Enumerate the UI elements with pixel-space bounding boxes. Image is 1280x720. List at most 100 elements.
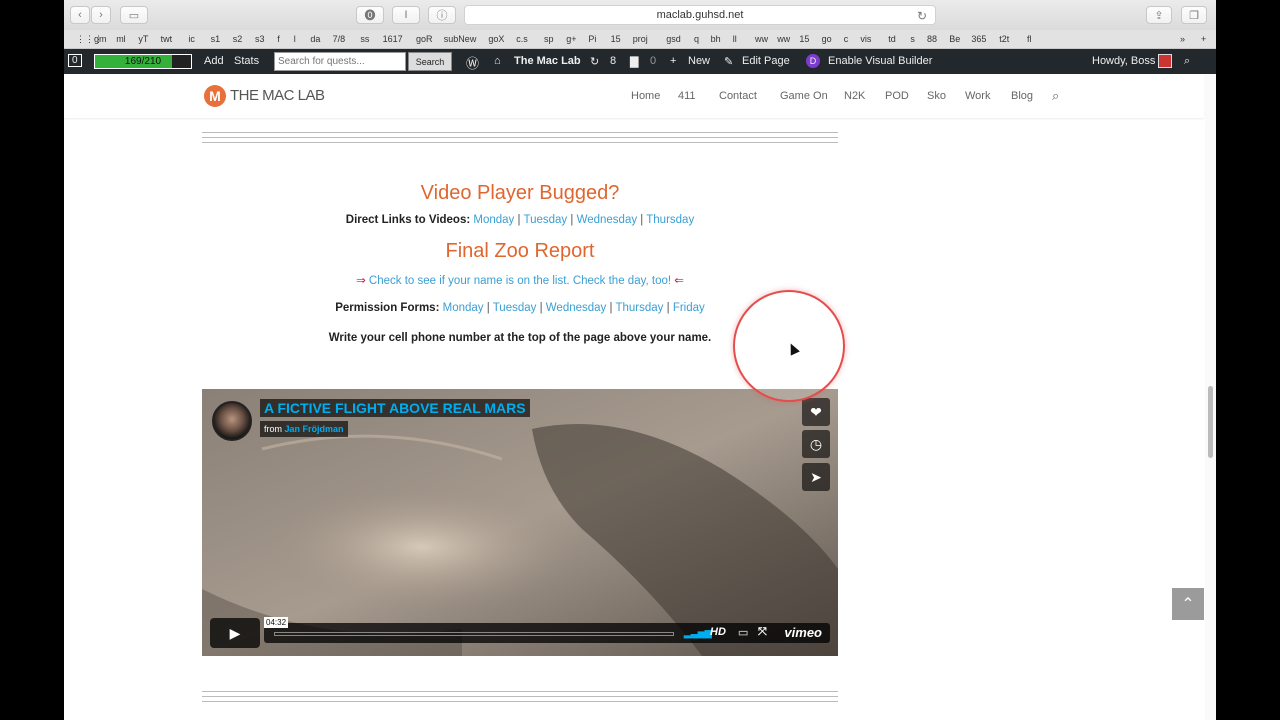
plus-icon[interactable]: + — [670, 55, 676, 67]
stats-link[interactable]: Stats — [234, 55, 259, 67]
tabs-button[interactable]: ❐ — [1181, 6, 1207, 24]
search-button[interactable]: Search — [408, 52, 452, 71]
more-bookmarks-icon[interactable]: » — [1180, 34, 1185, 44]
bookmark-item[interactable]: gm — [94, 34, 107, 44]
bookmark-item[interactable]: ll — [733, 34, 737, 44]
nav-item-contact[interactable]: Contact — [719, 90, 757, 102]
nav-item-game-on[interactable]: Game On — [780, 90, 828, 102]
comments-count[interactable]: 0 — [650, 55, 656, 67]
bookmark-item[interactable]: vis — [860, 34, 871, 44]
share-video-button[interactable]: ➤ — [802, 463, 830, 491]
bookmark-item[interactable]: ww — [777, 34, 790, 44]
bookmark-item[interactable]: td — [888, 34, 896, 44]
progress-track[interactable] — [274, 632, 674, 636]
bookmark-item[interactable]: g+ — [566, 34, 576, 44]
address-bar[interactable]: maclab.guhsd.net ↻ — [464, 5, 936, 25]
bookmark-item[interactable]: ww — [755, 34, 768, 44]
bookmark-item[interactable]: goX — [488, 34, 504, 44]
search-icon[interactable]: ⌕ — [1052, 88, 1059, 104]
vimeo-logo[interactable]: vimeo — [784, 625, 822, 640]
logo-icon[interactable]: M — [204, 85, 226, 107]
nav-item-home[interactable]: Home — [631, 90, 660, 102]
bookmark-item[interactable]: proj — [633, 34, 648, 44]
airplay-icon[interactable]: ▭ — [738, 626, 748, 639]
bookmark-item[interactable]: 1617 — [383, 34, 403, 44]
bookmark-item[interactable]: 365 — [971, 34, 986, 44]
vimeo-player[interactable]: A FICTIVE FLIGHT ABOVE REAL MARS from Ja… — [202, 389, 838, 656]
sidebar-button[interactable]: ▭ — [120, 6, 148, 24]
video-link-thursday[interactable]: Thursday — [646, 214, 694, 226]
permission-link-friday[interactable]: Friday — [673, 302, 705, 314]
bookmark-item[interactable]: fl — [1027, 34, 1032, 44]
bookmark-item[interactable]: f — [277, 34, 280, 44]
bookmark-item[interactable]: s3 — [255, 34, 265, 44]
bookmark-item[interactable]: go — [822, 34, 832, 44]
bookmark-item[interactable]: 88 — [927, 34, 937, 44]
bookmark-item[interactable]: twt — [161, 34, 173, 44]
bookmark-item[interactable]: t2t — [999, 34, 1009, 44]
back-to-top-button[interactable]: ⌃ — [1172, 588, 1204, 620]
bookmark-item[interactable]: c.s — [516, 34, 528, 44]
divi-icon[interactable]: D — [806, 54, 820, 68]
reload-icon[interactable]: ↻ — [917, 9, 927, 23]
add-tab-icon[interactable]: + — [1201, 34, 1206, 44]
comments-icon[interactable]: ▇ — [630, 55, 638, 68]
bookmark-item[interactable]: ic — [188, 34, 195, 44]
howdy-link[interactable]: Howdy, Boss — [1092, 55, 1155, 67]
updates-count[interactable]: 8 — [610, 55, 616, 67]
nav-item-411[interactable]: 411 — [678, 90, 696, 102]
permission-link-wednesday[interactable]: Wednesday — [546, 302, 607, 314]
bookmark-item[interactable]: bh — [711, 34, 721, 44]
like-button[interactable]: ❤ — [802, 398, 830, 426]
bookmark-item[interactable]: subNew — [444, 34, 477, 44]
bookmark-item[interactable]: Be — [949, 34, 960, 44]
user-avatar[interactable] — [1158, 54, 1172, 68]
add-link[interactable]: Add — [204, 55, 224, 67]
bookmark-item[interactable]: da — [310, 34, 320, 44]
dashboard-icon[interactable]: ⌂ — [494, 55, 501, 67]
pinterest-button[interactable]: ⓿ — [356, 6, 384, 24]
page-scrollbar[interactable] — [1205, 74, 1216, 720]
instapaper-button[interactable]: I — [392, 6, 420, 24]
author-avatar[interactable] — [212, 401, 252, 441]
scroll-thumb[interactable] — [1208, 386, 1213, 458]
hd-badge[interactable]: HD — [710, 626, 726, 638]
permission-link-thursday[interactable]: Thursday — [615, 302, 663, 314]
bookmark-item[interactable]: q — [694, 34, 699, 44]
bookmark-item[interactable]: Pi — [588, 34, 596, 44]
edit-page-link[interactable]: Edit Page — [742, 55, 790, 67]
permission-link-tuesday[interactable]: Tuesday — [493, 302, 537, 314]
bookmark-item[interactable]: sp — [544, 34, 554, 44]
play-button[interactable]: ▶ — [210, 618, 260, 648]
quest-search-input[interactable] — [274, 52, 406, 71]
author-link[interactable]: Jan Fröjdman — [285, 424, 344, 434]
new-link[interactable]: New — [688, 55, 710, 67]
bookmark-item[interactable]: 15 — [799, 34, 809, 44]
video-link-tuesday[interactable]: Tuesday — [523, 214, 567, 226]
fullscreen-icon[interactable]: ⤧ — [758, 626, 767, 639]
search-icon[interactable]: ⌕ — [1184, 55, 1190, 68]
watch-later-button[interactable]: ◷ — [802, 430, 830, 458]
nav-item-n2k[interactable]: N2K — [844, 90, 865, 102]
video-link-wednesday[interactable]: Wednesday — [577, 214, 638, 226]
back-button[interactable]: ‹ — [70, 6, 90, 24]
bookmark-item[interactable]: s2 — [233, 34, 243, 44]
video-title[interactable]: A FICTIVE FLIGHT ABOVE REAL MARS — [260, 399, 530, 417]
forward-button[interactable]: › — [91, 6, 111, 24]
share-button[interactable]: ⇪ — [1146, 6, 1172, 24]
bookmark-item[interactable]: s1 — [211, 34, 221, 44]
bookmark-item[interactable]: c — [844, 34, 849, 44]
site-name-link[interactable]: The Mac Lab — [514, 55, 581, 67]
bookmark-item[interactable]: ml — [116, 34, 126, 44]
bookmark-item[interactable]: l — [294, 34, 296, 44]
pencil-icon[interactable]: ✎ — [724, 55, 733, 68]
volume-icon[interactable]: ▂▃▅▆ — [684, 628, 712, 639]
bookmark-item[interactable]: ss — [360, 34, 369, 44]
visual-builder-link[interactable]: Enable Visual Builder — [828, 55, 932, 67]
bookmark-item[interactable]: gsd — [666, 34, 681, 44]
video-link-monday[interactable]: Monday — [473, 214, 514, 226]
logo-text[interactable]: THE MAC LAB — [230, 87, 325, 104]
1password-button[interactable]: ⓘ — [428, 6, 456, 24]
nav-item-work[interactable]: Work — [965, 90, 990, 102]
bookmark-item[interactable]: 7/8 — [333, 34, 346, 44]
